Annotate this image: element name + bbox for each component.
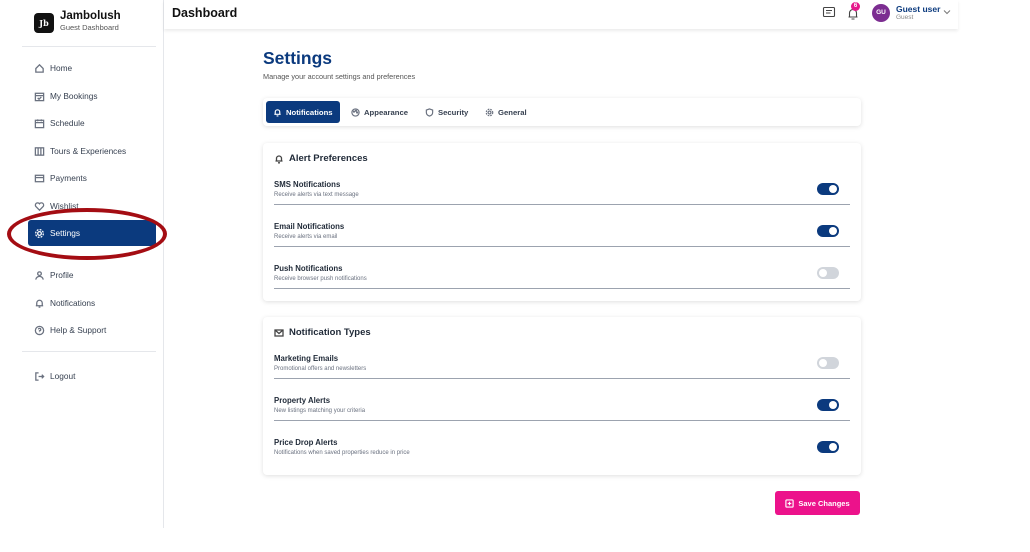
setting-description: Promotional offers and newsletters: [274, 366, 367, 372]
mail-icon: [274, 328, 284, 337]
setting-description: Receive alerts via text message: [274, 192, 359, 198]
setting-description: Receive alerts via email: [274, 234, 338, 240]
row-divider: [274, 204, 850, 205]
sidebar-item-payments[interactable]: Payments: [34, 171, 87, 185]
row-divider: [274, 378, 850, 379]
brand[interactable]: Jb Jambolush Guest Dashboard: [34, 10, 121, 33]
tab-security[interactable]: Security: [425, 101, 468, 123]
sidebar-divider: [22, 46, 156, 47]
highlight-annotation: [7, 208, 167, 260]
email-notifications-row: Email Notifications Receive alerts via e…: [274, 222, 850, 264]
setting-description: Receive browser push notifications: [274, 276, 367, 282]
row-divider: [274, 246, 850, 247]
chat-icon[interactable]: [822, 6, 836, 20]
save-icon: [785, 498, 795, 508]
sidebar-item-tours-experiences[interactable]: Tours & Experiences: [34, 144, 126, 158]
sidebar-item-logout[interactable]: Logout: [34, 369, 75, 383]
user-name[interactable]: Guest user: [896, 4, 940, 14]
sidebar-item-profile[interactable]: Profile: [34, 268, 74, 282]
help-circle-icon: [34, 325, 45, 335]
home-icon: [35, 63, 44, 73]
calendar-check-icon: [34, 92, 45, 101]
push-notifications-row: Push Notifications Receive browser push …: [274, 264, 850, 306]
property-alerts-toggle[interactable]: [817, 399, 839, 411]
save-changes-button[interactable]: Save Changes: [775, 491, 860, 515]
tab-appearance[interactable]: Appearance: [351, 101, 408, 123]
notification-types-heading: Notification Types: [274, 327, 371, 338]
gear-icon: [485, 108, 494, 116]
tab-notifications[interactable]: Notifications: [266, 101, 340, 123]
logout-icon: [35, 371, 45, 381]
calendar-icon: [34, 118, 45, 128]
user-icon: [35, 270, 44, 280]
alert-preferences-heading: Alert Preferences: [274, 153, 368, 164]
sidebar-item-help-support[interactable]: Help & Support: [34, 323, 106, 337]
push-notifications-toggle[interactable]: [817, 267, 839, 279]
email-notifications-toggle[interactable]: [817, 225, 839, 237]
bell-icon: [35, 299, 44, 308]
setting-label: Marketing Emails: [274, 354, 339, 363]
bell-icon: [274, 108, 281, 117]
logo-icon: Jb: [34, 13, 54, 33]
page-header-title: Dashboard: [172, 6, 238, 20]
chevron-down-icon[interactable]: [942, 7, 952, 17]
sidebar-item-notifications[interactable]: Notifications: [34, 296, 95, 310]
sidebar-divider: [22, 351, 156, 352]
credit-card-icon: [34, 174, 45, 182]
brand-subtitle: Guest Dashboard: [60, 23, 119, 32]
setting-label: Price Drop Alerts: [274, 438, 338, 447]
sidebar-item-schedule[interactable]: Schedule: [34, 116, 85, 130]
avatar[interactable]: GU: [872, 4, 890, 22]
marketing-emails-row: Marketing Emails Promotional offers and …: [274, 354, 850, 396]
price-drop-alerts-toggle[interactable]: [817, 441, 839, 453]
shield-icon: [425, 107, 434, 117]
bell-icon: [275, 154, 283, 163]
setting-label: Property Alerts: [274, 396, 331, 405]
page-title: Settings: [263, 48, 333, 68]
top-bar: Dashboard 6 GU Guest user Guest: [164, 0, 958, 29]
map-icon: [34, 146, 45, 156]
property-alerts-row: Property Alerts New listings matching yo…: [274, 396, 850, 438]
page-subtitle: Manage your account settings and prefere…: [263, 72, 416, 81]
row-divider: [274, 288, 850, 289]
sms-notifications-row: SMS Notifications Receive alerts via tex…: [274, 180, 850, 222]
setting-label: Email Notifications: [274, 222, 345, 231]
settings-tabs: Notifications Appearance Security Genera…: [263, 98, 861, 126]
sidebar-item-home[interactable]: Home: [34, 61, 72, 75]
brand-name: Jambolush: [60, 10, 121, 22]
sidebar: Jb Jambolush Guest Dashboard Home My Boo…: [0, 0, 167, 528]
tab-general[interactable]: General: [485, 101, 527, 123]
setting-label: SMS Notifications: [274, 180, 341, 189]
palette-icon: [351, 107, 360, 117]
sidebar-item-my-bookings[interactable]: My Bookings: [34, 89, 98, 103]
notification-types-card: Notification Types Marketing Emails Prom…: [263, 317, 861, 475]
row-divider: [274, 420, 850, 421]
notification-count-badge: 6: [851, 2, 860, 11]
setting-description: Notifications when saved properties redu…: [274, 450, 410, 456]
price-drop-alerts-row: Price Drop Alerts Notifications when sav…: [274, 438, 850, 480]
user-role: Guest: [896, 14, 914, 21]
marketing-emails-toggle[interactable]: [817, 357, 839, 369]
alert-preferences-card: Alert Preferences SMS Notifications Rece…: [263, 143, 861, 301]
heart-icon: [34, 201, 45, 211]
sms-notifications-toggle[interactable]: [817, 183, 839, 195]
setting-description: New listings matching your criteria: [274, 408, 366, 414]
setting-label: Push Notifications: [274, 264, 343, 273]
